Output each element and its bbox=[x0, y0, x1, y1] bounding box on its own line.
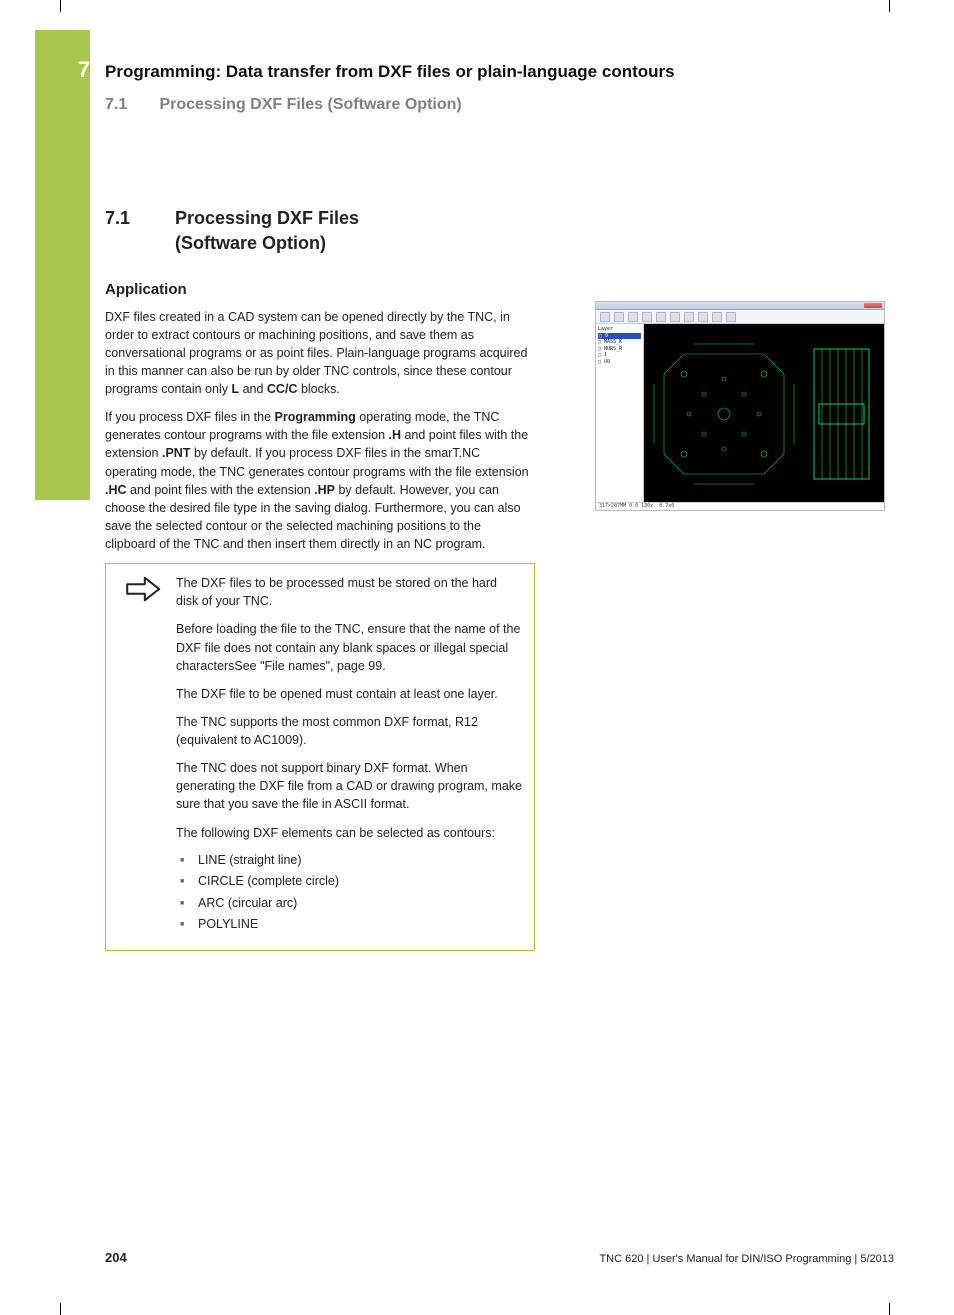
section-heading: 7.1 Processing DXF Files (Software Optio… bbox=[105, 206, 885, 256]
footer-doc-id: TNC 620 | User's Manual for DIN/ISO Prog… bbox=[599, 1252, 894, 1267]
subheading-application: Application bbox=[105, 279, 535, 300]
paragraph-1: DXF files created in a CAD system can be… bbox=[105, 308, 535, 399]
cad-canvas bbox=[644, 324, 884, 502]
section-title: Processing DXF Files (Software Option) bbox=[175, 206, 435, 256]
note-p4: The TNC supports the most common DXF for… bbox=[176, 713, 522, 749]
paragraph-2: If you process DXF files in the Programm… bbox=[105, 408, 535, 553]
toolbar-icon bbox=[656, 312, 666, 322]
list-item: ARC (circular arc) bbox=[178, 895, 522, 913]
note-box: The DXF files to be processed must be st… bbox=[105, 563, 535, 951]
list-item: POLYLINE bbox=[178, 916, 522, 934]
list-item: LINE (straight line) bbox=[178, 852, 522, 870]
bold-L: L bbox=[231, 382, 239, 396]
page: 7 Programming: Data transfer from DXF fi… bbox=[60, 30, 894, 1285]
note-p6: The following DXF elements can be select… bbox=[176, 824, 522, 842]
toolbar-icon bbox=[684, 312, 694, 322]
layer-header: Layer bbox=[598, 326, 613, 332]
running-section-title: Processing DXF Files (Software Option) bbox=[159, 96, 461, 113]
toolbar-icon bbox=[614, 312, 624, 322]
note-p2: Before loading the file to the TNC, ensu… bbox=[176, 620, 522, 674]
layer-item: □ NURS_R bbox=[598, 346, 622, 352]
chapter-tab bbox=[35, 30, 90, 500]
window-toolbar bbox=[596, 310, 884, 324]
bold-ext-H: .H bbox=[389, 428, 402, 442]
layer-item: □ 1 bbox=[598, 352, 607, 358]
note-p5: The TNC does not support binary DXF form… bbox=[176, 759, 522, 813]
toolbar-icon bbox=[698, 312, 708, 322]
toolbar-icon bbox=[642, 312, 652, 322]
note-list: LINE (straight line) CIRCLE (complete ci… bbox=[178, 852, 522, 934]
layer-item: □ U0 bbox=[598, 359, 610, 365]
bold-CCC: CC/C bbox=[267, 382, 298, 396]
toolbar-icon bbox=[670, 312, 680, 322]
text-run: If you process DXF files in the bbox=[105, 410, 275, 424]
arrow-icon bbox=[106, 564, 176, 950]
note-p3: The DXF file to be opened must contain a… bbox=[176, 685, 522, 703]
section-number: 7.1 bbox=[105, 206, 145, 256]
chapter-title: Programming: Data transfer from DXF file… bbox=[105, 60, 894, 84]
running-section-num: 7.1 bbox=[105, 94, 155, 116]
list-item: CIRCLE (complete circle) bbox=[178, 873, 522, 891]
toolbar-icon bbox=[628, 312, 638, 322]
content-area: 7.1 Processing DXF Files (Software Optio… bbox=[105, 206, 885, 951]
layer-panel: Layer □ 0 □ MASS_K □ NURS_R □ 1 □ U0 bbox=[596, 324, 644, 502]
bold-programming: Programming bbox=[275, 410, 356, 424]
screenshot-figure: Layer □ 0 □ MASS_K □ NURS_R □ 1 □ U0 bbox=[595, 301, 885, 511]
status-bar: 317×207MM 0.0 130z. 0.7x0 bbox=[596, 502, 884, 510]
note-body: The DXF files to be processed must be st… bbox=[176, 564, 534, 950]
running-header: Programming: Data transfer from DXF file… bbox=[105, 30, 894, 116]
bold-ext-HP: .HP bbox=[314, 483, 335, 497]
note-p1: The DXF files to be processed must be st… bbox=[176, 574, 522, 610]
bold-ext-HC: .HC bbox=[105, 483, 127, 497]
layer-item: □ MASS_K bbox=[598, 339, 622, 345]
text-run: and bbox=[239, 382, 267, 396]
page-footer: 204 TNC 620 | User's Manual for DIN/ISO … bbox=[105, 1249, 894, 1267]
toolbar-icon bbox=[600, 312, 610, 322]
window-titlebar bbox=[596, 302, 884, 310]
running-section: 7.1 Processing DXF Files (Software Optio… bbox=[105, 94, 894, 116]
page-number: 204 bbox=[105, 1249, 127, 1267]
toolbar-icon bbox=[726, 312, 736, 322]
bold-ext-PNT: .PNT bbox=[162, 446, 190, 460]
text-run: blocks. bbox=[297, 382, 339, 396]
text-run: and point files with the extension bbox=[127, 483, 315, 497]
text-column: Application DXF files created in a CAD s… bbox=[105, 279, 535, 951]
toolbar-icon bbox=[712, 312, 722, 322]
chapter-number: 7 bbox=[60, 55, 90, 86]
